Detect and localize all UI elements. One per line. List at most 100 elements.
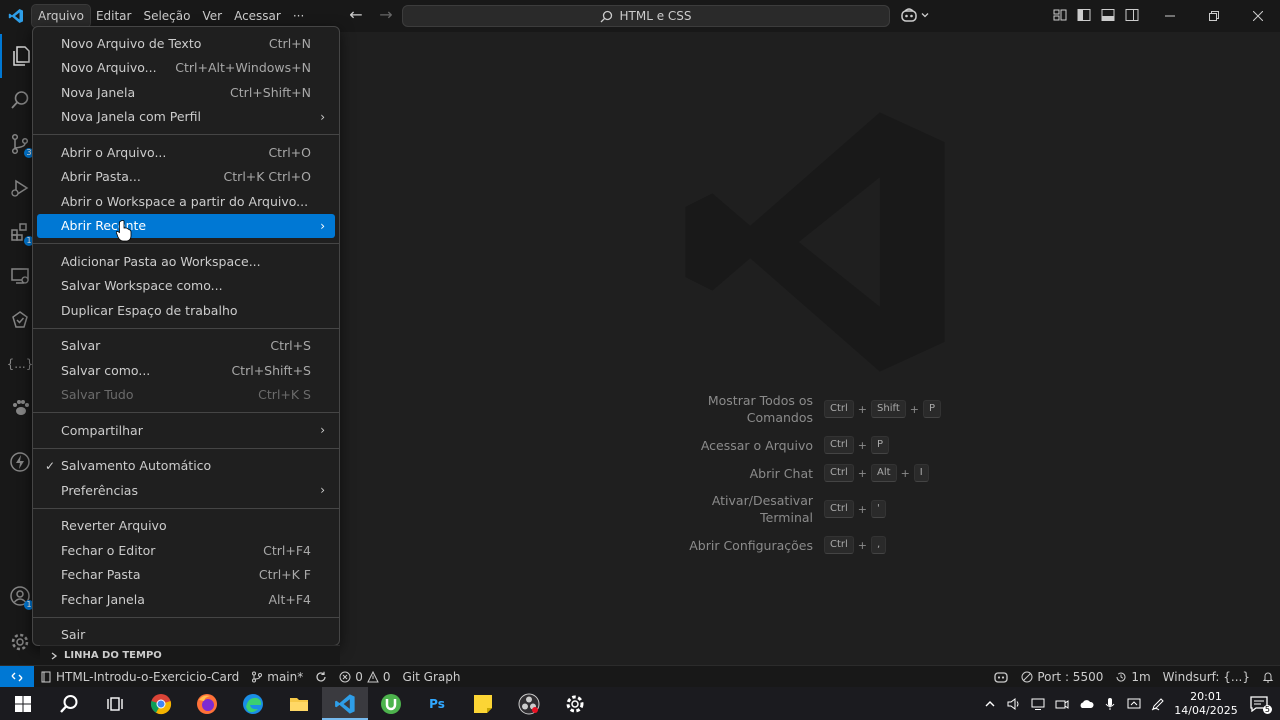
minimize-button[interactable] bbox=[1148, 0, 1192, 32]
vscode-taskbar-button[interactable] bbox=[322, 687, 368, 720]
remote-indicator[interactable] bbox=[0, 665, 34, 688]
chevron-right-icon: › bbox=[320, 483, 325, 498]
menu-item-shortcut: Ctrl+K Ctrl+O bbox=[223, 169, 311, 185]
file-explorer-button[interactable] bbox=[276, 687, 322, 720]
search-icon bbox=[601, 10, 613, 22]
customize-layout-icon[interactable] bbox=[1052, 7, 1068, 23]
menu-acessar[interactable]: Acessar bbox=[228, 5, 287, 27]
photoshop-button[interactable]: Ps bbox=[414, 687, 460, 720]
history-icon bbox=[1116, 672, 1126, 682]
taskbar-search-button[interactable] bbox=[46, 687, 92, 720]
menu-ver[interactable]: Ver bbox=[196, 5, 228, 27]
menu-item-nova-janela-com-perfil[interactable]: Nova Janela com Perfil › bbox=[37, 105, 335, 130]
chrome-button[interactable] bbox=[138, 687, 184, 720]
command-center[interactable]: HTML e CSS bbox=[402, 5, 890, 27]
close-button[interactable] bbox=[1236, 0, 1280, 32]
windsurf-status[interactable]: Windsurf: {...} bbox=[1157, 666, 1256, 688]
task-view-button[interactable] bbox=[92, 687, 138, 720]
menu-item-nova-janela[interactable]: Nova Janela Ctrl+Shift+N bbox=[37, 80, 335, 105]
menu-item-fechar-janela[interactable]: Fechar Janela Alt+F4 bbox=[37, 587, 335, 612]
pen-button[interactable] bbox=[1150, 696, 1166, 712]
menu-item-salvar-workspace-como[interactable]: Salvar Workspace como... bbox=[37, 274, 335, 299]
menu-item-fechar-pasta[interactable]: Fechar Pasta Ctrl+K F bbox=[37, 563, 335, 588]
sync-button[interactable] bbox=[309, 666, 333, 688]
error-icon bbox=[339, 671, 351, 682]
forward-arrow-icon[interactable]: → bbox=[376, 5, 396, 24]
menu-item-abrir-recente[interactable]: Abrir Recente › bbox=[37, 213, 335, 238]
shortcut-label: Ativar/Desativar Terminal bbox=[711, 493, 813, 525]
live-server-port[interactable]: Port : 5500 bbox=[1015, 666, 1109, 688]
action-center-button[interactable]: 5 bbox=[1246, 694, 1272, 714]
firefox-icon bbox=[197, 693, 217, 714]
menu-item-sair[interactable]: Sair bbox=[37, 623, 335, 648]
menu-item-abrir-pasta[interactable]: Abrir Pasta... Ctrl+K Ctrl+O bbox=[37, 165, 335, 190]
shortcut-hint: Mostrar Todos os Comandos Ctrl + Shift + P bbox=[680, 392, 980, 426]
menu-arquivo[interactable]: Arquivo bbox=[31, 4, 91, 28]
menu-item-label: Fechar o Editor bbox=[61, 542, 156, 558]
menu-item-label: Abrir o Arquivo... bbox=[61, 144, 167, 160]
menu-item-reverter-arquivo[interactable]: Reverter Arquivo bbox=[37, 514, 335, 539]
restore-button[interactable] bbox=[1192, 0, 1236, 32]
bell-icon bbox=[1262, 672, 1274, 683]
network-button[interactable] bbox=[1030, 696, 1046, 712]
timeline-section[interactable]: LINHA DO TEMPO bbox=[40, 645, 340, 665]
menu-item-abrir-o-arquivo[interactable]: Abrir o Arquivo... Ctrl+O bbox=[37, 140, 335, 165]
sticky-notes-icon bbox=[474, 694, 492, 713]
menu-item-abrir-o-workspace-a-partir-do-arquivo[interactable]: Abrir o Workspace a partir do Arquivo... bbox=[37, 189, 335, 214]
shortcut-keys: Ctrl + P bbox=[824, 436, 890, 454]
problems-status[interactable]: 0 0 bbox=[333, 666, 396, 688]
menu-item-novo-arquivo[interactable]: Novo Arquivo... Ctrl+Alt+Windows+N bbox=[37, 56, 335, 81]
back-arrow-icon[interactable]: ← bbox=[346, 5, 366, 24]
repo-icon bbox=[41, 671, 51, 682]
menu-item-preferencias[interactable]: Preferências › bbox=[37, 478, 335, 503]
onedrive-button[interactable] bbox=[1078, 696, 1094, 712]
key-plus: + bbox=[857, 402, 868, 416]
menu-separator bbox=[33, 507, 339, 509]
key-cap: Ctrl bbox=[824, 464, 854, 482]
microphone-button[interactable] bbox=[1102, 696, 1118, 712]
toggle-panel-icon[interactable] bbox=[1100, 7, 1116, 23]
key-plus: + bbox=[857, 438, 868, 452]
edge-button[interactable] bbox=[230, 687, 276, 720]
status-bar: HTML-Introdu-o-Exercicio-Card main* 0 0 … bbox=[0, 665, 1280, 688]
menu-item-shortcut: Ctrl+F4 bbox=[263, 542, 311, 558]
menu-item-compartilhar[interactable]: Compartilhar › bbox=[37, 418, 335, 443]
copilot-button[interactable] bbox=[900, 7, 930, 23]
git-graph-button[interactable]: Git Graph bbox=[397, 666, 467, 688]
start-button[interactable] bbox=[0, 687, 46, 720]
menu-item-duplicar-espaco-de-trabalho[interactable]: Duplicar Espaço de trabalho bbox=[37, 298, 335, 323]
firefox-button[interactable] bbox=[184, 687, 230, 720]
volume-button[interactable] bbox=[1006, 696, 1022, 712]
menu-separator bbox=[33, 412, 339, 413]
obs-button[interactable] bbox=[506, 687, 552, 720]
show-hidden-icons-button[interactable] bbox=[982, 696, 998, 712]
settings-button[interactable] bbox=[552, 687, 598, 720]
display-button[interactable] bbox=[1126, 696, 1142, 712]
sticky-notes-button[interactable] bbox=[460, 687, 506, 720]
menu-item-salvar[interactable]: Salvar Ctrl+S bbox=[37, 334, 335, 359]
vscode-logo-icon bbox=[0, 0, 32, 32]
json-icon: {...} bbox=[6, 357, 34, 371]
toggle-primary-sidebar-icon[interactable] bbox=[1076, 7, 1092, 23]
menu-item-salvamento-automatico[interactable]: ✓ Salvamento Automático bbox=[37, 454, 335, 479]
menu-selecao[interactable]: Seleção bbox=[137, 5, 196, 27]
toggle-secondary-sidebar-icon[interactable] bbox=[1124, 7, 1140, 23]
menu-more[interactable]: ··· bbox=[287, 5, 310, 27]
copilot-status[interactable] bbox=[987, 666, 1015, 688]
menu-item-novo-arquivo-de-texto[interactable]: Novo Arquivo de Texto Ctrl+N bbox=[37, 31, 335, 56]
notifications-button[interactable] bbox=[1256, 666, 1280, 688]
menu-item-shortcut: Alt+F4 bbox=[268, 591, 311, 607]
menu-item-salvar-como[interactable]: Salvar como... Ctrl+Shift+S bbox=[37, 358, 335, 383]
menu-item-fechar-o-editor[interactable]: Fechar o Editor Ctrl+F4 bbox=[37, 538, 335, 563]
menu-item-adicionar-pasta-ao-workspace[interactable]: Adicionar Pasta ao Workspace... bbox=[37, 249, 335, 274]
taskbar-clock[interactable]: 20:01 14/04/2025 bbox=[1174, 690, 1238, 718]
meet-now-button[interactable] bbox=[1054, 696, 1070, 712]
menu-item-shortcut: Ctrl+Alt+Windows+N bbox=[175, 60, 311, 76]
menu-separator bbox=[33, 616, 339, 618]
branch-status[interactable]: main* bbox=[245, 666, 309, 688]
menu-editar[interactable]: Editar bbox=[90, 5, 138, 27]
utorrent-button[interactable] bbox=[368, 687, 414, 720]
repo-status[interactable]: HTML-Introdu-o-Exercicio-Card bbox=[34, 666, 245, 688]
warning-count: 0 bbox=[382, 669, 391, 684]
time-tracker[interactable]: 1m bbox=[1109, 666, 1156, 688]
